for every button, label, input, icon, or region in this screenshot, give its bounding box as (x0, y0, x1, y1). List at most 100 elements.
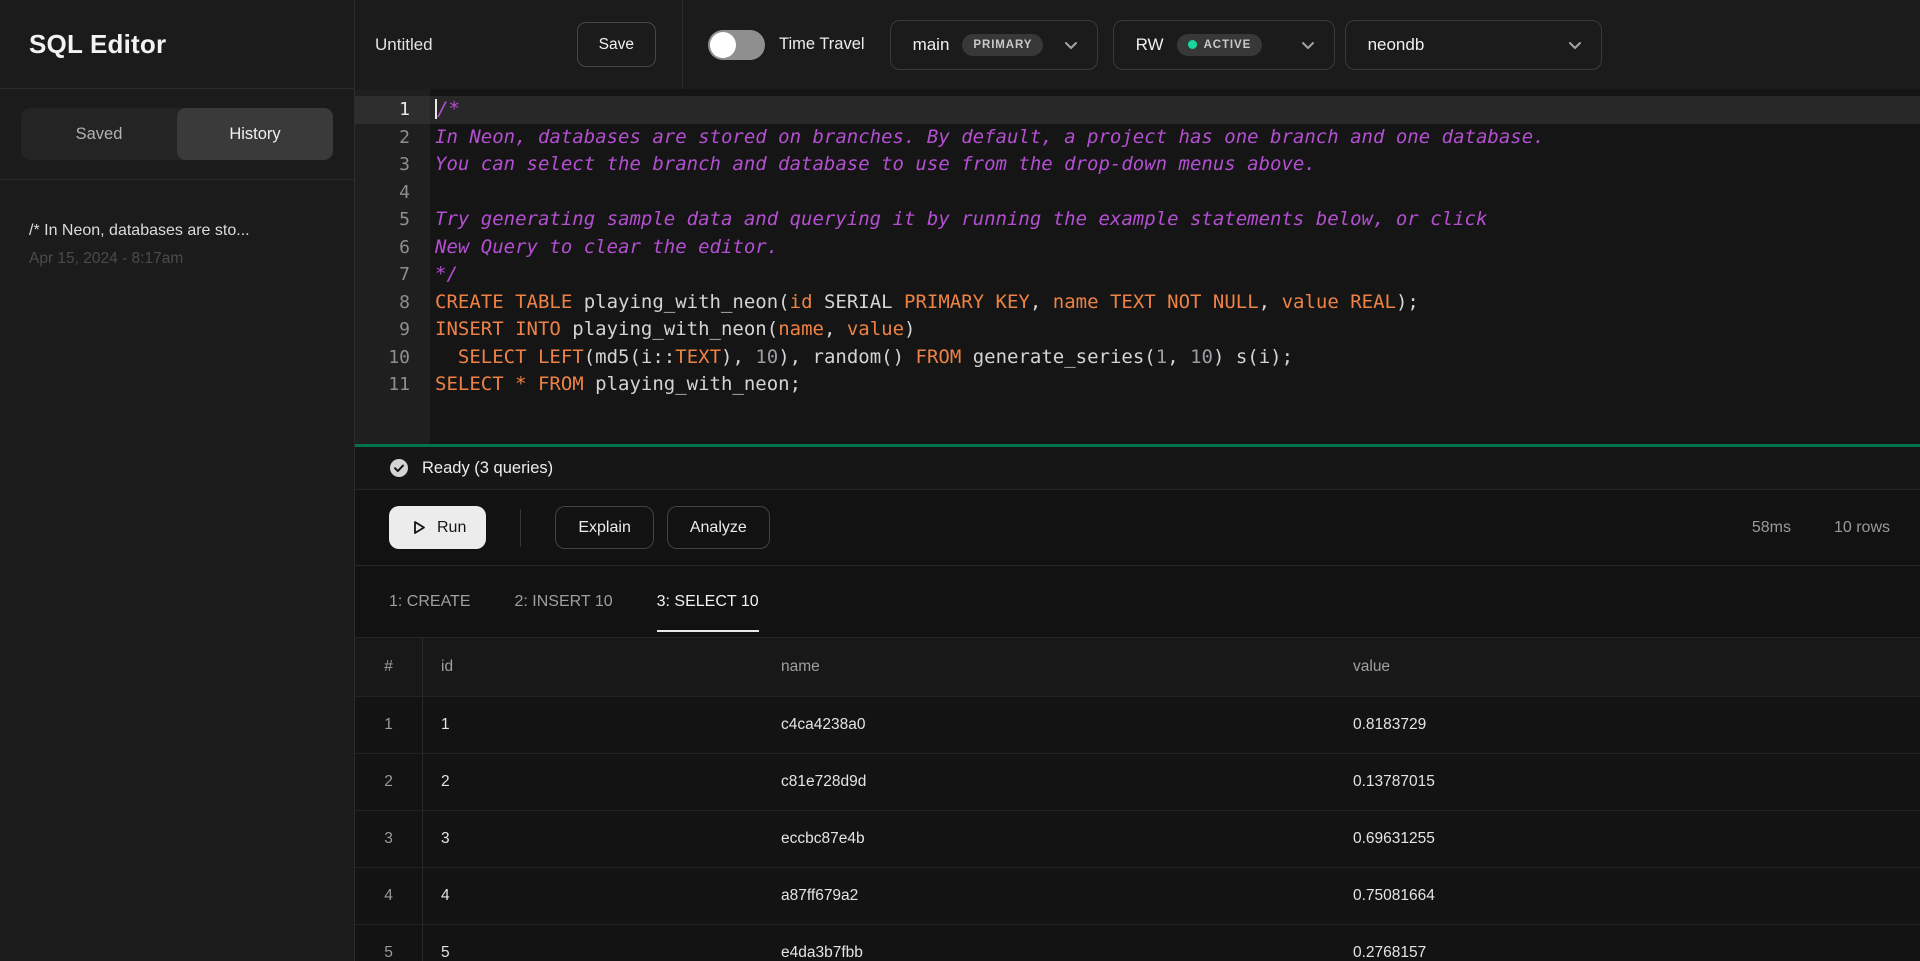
line-number: 9 (355, 316, 430, 344)
active-status-dot-icon (1188, 40, 1197, 49)
main-panel: Untitled Save Time Travel main PRIMARY R… (355, 0, 1920, 961)
table-cell: c81e728d9d (763, 754, 1335, 810)
editor-line: 7*/ (355, 261, 1920, 289)
line-number: 1 (355, 96, 430, 124)
branch-select[interactable]: main PRIMARY (890, 20, 1098, 70)
sidebar-tab-history[interactable]: History (177, 108, 333, 160)
code-token: , (1167, 346, 1190, 368)
table-row: 11c4ca4238a00.8183729 (355, 697, 1920, 754)
code-token: Try generating sample data and querying … (435, 208, 1487, 230)
chevron-down-icon (1565, 35, 1585, 55)
result-tab-2-insert-10[interactable]: 2: INSERT 10 (515, 566, 613, 637)
line-code: SELECT LEFT(md5(i::TEXT), 10), random() … (430, 344, 1920, 372)
table-cell: 0.2768157 (1335, 925, 1920, 961)
database-select[interactable]: neondb (1345, 20, 1602, 70)
code-token: ) (904, 318, 915, 340)
status-bar: Ready (3 queries) (355, 447, 1920, 490)
code-lines: 1/*2In Neon, databases are stored on bra… (355, 89, 1920, 399)
check-circle-icon (389, 458, 409, 478)
table-row: 44a87ff679a20.75081664 (355, 868, 1920, 925)
code-token: playing_with_neon( (572, 291, 789, 313)
compute-select[interactable]: RW ACTIVE (1113, 20, 1335, 70)
sidebar: SQL Editor SavedHistory /* In Neon, data… (0, 0, 355, 961)
history-list: /* In Neon, databases are sto...Apr 15, … (0, 180, 354, 310)
run-button[interactable]: Run (389, 506, 486, 549)
code-token: You can select the branch and database t… (435, 153, 1316, 175)
query-row-count: 10 rows (1834, 519, 1890, 537)
code-token: name (778, 318, 824, 340)
editor-line: 5Try generating sample data and querying… (355, 206, 1920, 234)
code-token: ), (721, 346, 755, 368)
line-code: INSERT INTO playing_with_neon(name, valu… (430, 316, 1920, 344)
branch-primary-badge: PRIMARY (962, 34, 1043, 56)
history-item[interactable]: /* In Neon, databases are sto...Apr 15, … (29, 222, 325, 268)
result-tab-1-create[interactable]: 1: CREATE (389, 566, 471, 637)
line-number: 8 (355, 289, 430, 317)
code-token: 10 (755, 346, 778, 368)
sidebar-tabs-section: SavedHistory (0, 89, 354, 180)
toggle-knob (710, 32, 736, 58)
row-number-cell: 3 (355, 811, 423, 867)
results-table: #idnamevalue11c4ca4238a00.818372922c81e7… (355, 638, 1920, 961)
table-cell: eccbc87e4b (763, 811, 1335, 867)
table-row: 55e4da3b7fbb0.2768157 (355, 925, 1920, 961)
code-token: value (847, 318, 904, 340)
sidebar-tab-saved[interactable]: Saved (21, 108, 177, 160)
editor-line: 6New Query to clear the editor. (355, 234, 1920, 262)
code-token: New Query to clear the editor. (435, 236, 778, 258)
code-editor[interactable]: 1/*2In Neon, databases are stored on bra… (355, 89, 1920, 447)
code-token: 10 (1190, 346, 1213, 368)
code-token: TEXT (675, 346, 721, 368)
table-header-row: #idnamevalue (355, 638, 1920, 697)
time-travel-toggle[interactable] (708, 30, 765, 60)
editor-line: 4 (355, 179, 1920, 207)
line-code: In Neon, databases are stored on branche… (430, 124, 1920, 152)
code-token: ) s(i); (1213, 346, 1293, 368)
table-cell: 0.13787015 (1335, 754, 1920, 810)
run-bar: Run Explain Analyze 58ms 10 rows (355, 490, 1920, 566)
row-number-cell: 5 (355, 925, 423, 961)
row-number-cell: 2 (355, 754, 423, 810)
query-name[interactable]: Untitled (375, 35, 433, 55)
line-number: 10 (355, 344, 430, 372)
line-code: You can select the branch and database t… (430, 151, 1920, 179)
column-header-name: name (763, 638, 1335, 696)
code-token: PRIMARY KEY (904, 291, 1030, 313)
editor-line: 8CREATE TABLE playing_with_neon(id SERIA… (355, 289, 1920, 317)
branch-name: main (913, 35, 950, 55)
table-cell: e4da3b7fbb (763, 925, 1335, 961)
line-code: New Query to clear the editor. (430, 234, 1920, 262)
editor-line: 3You can select the branch and database … (355, 151, 1920, 179)
chevron-down-icon (1061, 35, 1081, 55)
analyze-button[interactable]: Analyze (667, 506, 770, 549)
editor-line: 11SELECT * FROM playing_with_neon; (355, 371, 1920, 399)
result-tabs: 1: CREATE 2: INSERT 10 3: SELECT 10 (355, 566, 1920, 638)
table-cell: a87ff679a2 (763, 868, 1335, 924)
result-tab-3-select-10[interactable]: 3: SELECT 10 (657, 566, 759, 637)
row-number-cell: 4 (355, 868, 423, 924)
line-code: CREATE TABLE playing_with_neon(id SERIAL… (430, 289, 1920, 317)
table-cell: 1 (423, 697, 763, 753)
table-cell: 0.69631255 (1335, 811, 1920, 867)
line-number: 2 (355, 124, 430, 152)
code-token: SERIAL (813, 291, 905, 313)
line-code: /* (430, 96, 1920, 124)
table-cell: 4 (423, 868, 763, 924)
page-title: SQL Editor (29, 29, 166, 60)
table-row: 33eccbc87e4b0.69631255 (355, 811, 1920, 868)
table-cell: 0.75081664 (1335, 868, 1920, 924)
run-bar-divider (520, 509, 521, 547)
explain-button[interactable]: Explain (555, 506, 653, 549)
save-button[interactable]: Save (577, 22, 656, 67)
database-name: neondb (1368, 35, 1425, 55)
code-token: SELECT * FROM (435, 373, 584, 395)
history-item-title: /* In Neon, databases are sto... (29, 222, 325, 240)
code-token (435, 346, 458, 368)
code-token: ); (1396, 291, 1419, 313)
line-number: 5 (355, 206, 430, 234)
code-token: , (1030, 291, 1053, 313)
code-token: INSERT INTO (435, 318, 561, 340)
topbar-divider (682, 0, 683, 89)
editor-line: 10 SELECT LEFT(md5(i::TEXT), 10), random… (355, 344, 1920, 372)
line-code: Try generating sample data and querying … (430, 206, 1920, 234)
